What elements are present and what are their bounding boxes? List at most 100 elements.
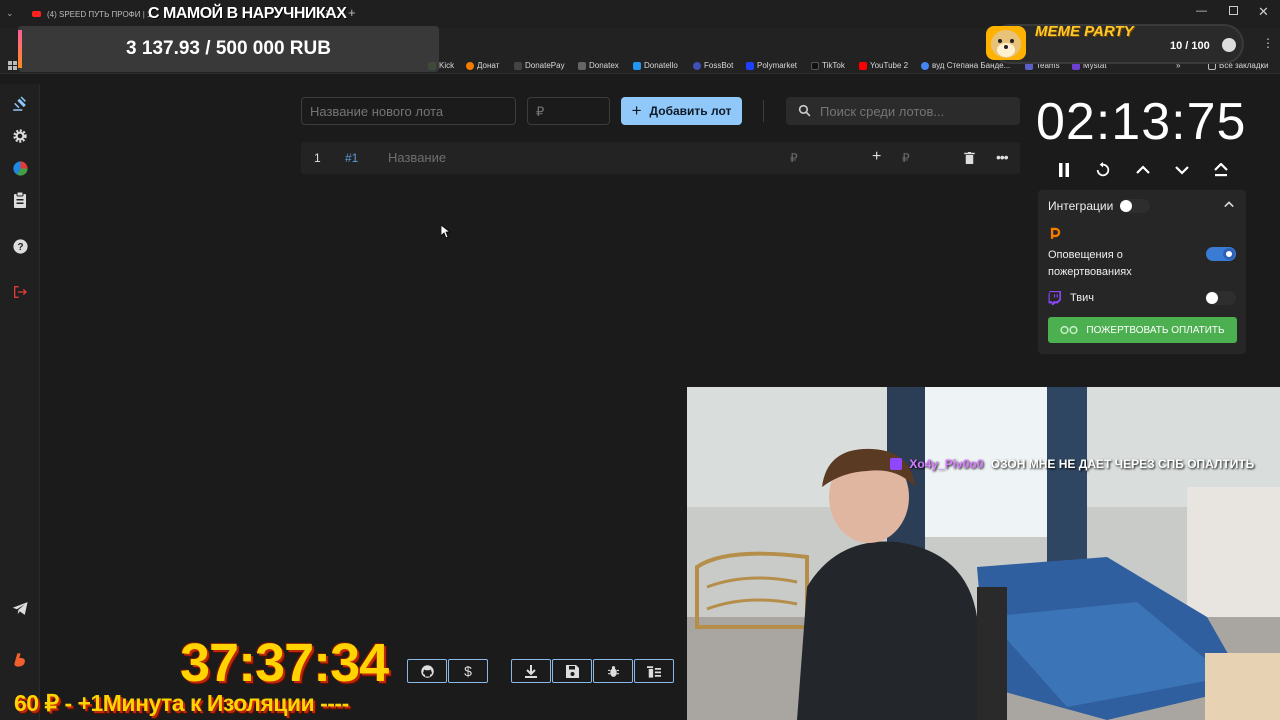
sidebar-item-logout[interactable]	[10, 282, 30, 302]
sidebar-item-settings[interactable]	[10, 126, 30, 146]
menu-kebab-icon[interactable]: ⋮	[1262, 36, 1274, 50]
add-lot-button[interactable]: + Добавить лот	[621, 97, 742, 125]
reset-icon	[1096, 162, 1110, 177]
help-icon: ?	[12, 238, 28, 254]
polymarket-icon	[746, 61, 754, 70]
meme-party-title: MEME PARTY	[1035, 23, 1134, 40]
mouse-cursor-icon	[441, 225, 450, 238]
gavel-icon	[13, 96, 26, 111]
sidebar-item-telegram[interactable]	[10, 598, 30, 618]
boosty-icon	[14, 653, 25, 667]
collapse-chevron-icon[interactable]	[1224, 201, 1234, 208]
integrations-title: Интеграции	[1048, 199, 1114, 213]
gear-icon	[13, 129, 27, 143]
chat-message: Xo4y_Piv0o0 ОЗОН МНЕ НЕ ДАЕТ ЧЕРЕЗ СПБ О…	[890, 457, 1254, 471]
chevron-down-icon	[1175, 166, 1189, 175]
search-input[interactable]	[812, 97, 1012, 125]
donatello-icon	[633, 61, 641, 70]
bookmark-donatello[interactable]: Donatello	[633, 61, 678, 70]
twitch-toggle[interactable]	[1206, 291, 1236, 305]
bookmark-donatex[interactable]: Donatex	[578, 61, 619, 70]
bookmark-polymarket[interactable]: Polymarket	[746, 61, 797, 70]
chevron-up-icon	[1136, 165, 1150, 174]
subtract-time-button[interactable]	[1172, 160, 1192, 180]
lot-index: 1	[314, 151, 321, 165]
lot-name-field[interactable]: Название	[388, 150, 446, 165]
new-lot-price-input[interactable]	[527, 97, 610, 125]
youtube-icon	[32, 11, 41, 17]
chat-text: ОЗОН МНЕ НЕ ДАЕТ ЧЕРЕЗ СПБ ОПАЛТИТЬ	[990, 457, 1255, 471]
sidebar-item-stats[interactable]	[10, 158, 30, 178]
tab-list-icon[interactable]: ⌄	[6, 8, 20, 20]
lot-more-menu[interactable]: •••	[996, 149, 1009, 165]
doge-icon	[986, 26, 1026, 60]
new-lot-name-input[interactable]	[301, 97, 516, 125]
youtube-icon	[859, 61, 867, 70]
bookmark-donatepay[interactable]: DonatePay	[514, 61, 565, 70]
twitch-icon	[1048, 291, 1061, 305]
donate-pay-button[interactable]: ПОЖЕРТВОВАТЬ ОПЛАТИТЬ	[1048, 317, 1237, 343]
tiktok-icon	[811, 61, 819, 70]
maximize-icon[interactable]	[1229, 6, 1238, 15]
sidebar-item-history[interactable]	[10, 190, 30, 210]
apps-grid-icon[interactable]	[8, 61, 17, 70]
minimize-icon[interactable]: —	[1196, 5, 1207, 17]
github-button[interactable]	[407, 659, 447, 683]
bookmark-donat[interactable]: Донат	[466, 61, 499, 70]
bookmark-tiktok[interactable]: TikTok	[811, 61, 845, 70]
twitch-label: Твич	[1070, 292, 1094, 304]
webcam-image	[687, 387, 1280, 720]
add-time-button[interactable]	[1133, 160, 1153, 180]
plus-icon: +	[631, 101, 642, 120]
add-amount-button[interactable]: +	[872, 148, 881, 166]
save-button[interactable]	[552, 659, 592, 683]
telegram-icon	[12, 601, 28, 615]
logout-icon	[14, 286, 27, 298]
bookmark-google[interactable]: вуд Степана Банде...	[921, 61, 1010, 70]
new-tab-button[interactable]: +	[348, 5, 356, 20]
integrations-toggle[interactable]	[1120, 199, 1150, 213]
report-bug-button[interactable]	[593, 659, 633, 683]
dollar-icon: $	[464, 663, 472, 679]
lot-id: #1	[345, 151, 359, 165]
twitch-icon	[890, 458, 902, 470]
sidebar-item-help[interactable]: ?	[10, 236, 30, 256]
toolbar-divider	[763, 100, 764, 122]
donate-pay-label: ПОЖЕРТВОВАТЬ ОПЛАТИТЬ	[1086, 324, 1225, 336]
meme-party-count: 10 / 100	[1170, 40, 1210, 52]
eject-icon	[1214, 163, 1228, 177]
fossbot-icon	[693, 61, 701, 70]
bookmark-fossbot[interactable]: FossBot	[693, 61, 733, 70]
clear-lots-button[interactable]	[634, 659, 674, 683]
link-icon	[1060, 325, 1079, 335]
avatar	[1222, 38, 1236, 52]
stream-countdown: 37:37:34	[180, 633, 389, 693]
donatepay-icon	[514, 61, 522, 70]
bookmark-youtube2[interactable]: YouTube 2	[859, 61, 908, 70]
pause-icon	[1059, 163, 1069, 177]
donate-dollar-button[interactable]: $	[448, 659, 488, 683]
clear-list-icon	[647, 665, 661, 678]
countdown-timer: 02:13:75	[1036, 93, 1247, 151]
svg-text:?: ?	[17, 242, 23, 253]
save-icon	[565, 664, 579, 678]
sidebar-item-boosty[interactable]	[10, 650, 30, 670]
stream-title: С МАМОЙ В НАРУЧНИКАХ	[148, 5, 347, 22]
donation-alerts-label: Оповещения о пожертвованиях	[1048, 249, 1132, 278]
sidebar-item-auction[interactable]	[10, 94, 30, 114]
donat-icon	[466, 61, 474, 70]
donation-goal-amount: 3 137.93 / 500 000 RUB	[126, 38, 331, 59]
streamer-avatar	[1205, 653, 1280, 720]
double-time-button[interactable]	[1211, 160, 1231, 180]
webcam-feed	[687, 387, 1280, 720]
pie-chart-icon	[12, 160, 28, 176]
close-window-icon[interactable]: ✕	[1258, 4, 1269, 20]
download-button[interactable]	[511, 659, 551, 683]
reset-timer-button[interactable]	[1093, 160, 1113, 180]
lot-add-amount-field[interactable]: ₽	[902, 151, 910, 165]
delete-lot-icon[interactable]	[964, 152, 975, 164]
donation-alerts-toggle[interactable]	[1206, 247, 1236, 261]
donatex-icon	[578, 61, 586, 70]
lot-amount-field[interactable]: ₽	[790, 151, 798, 165]
pause-button[interactable]	[1054, 160, 1074, 180]
